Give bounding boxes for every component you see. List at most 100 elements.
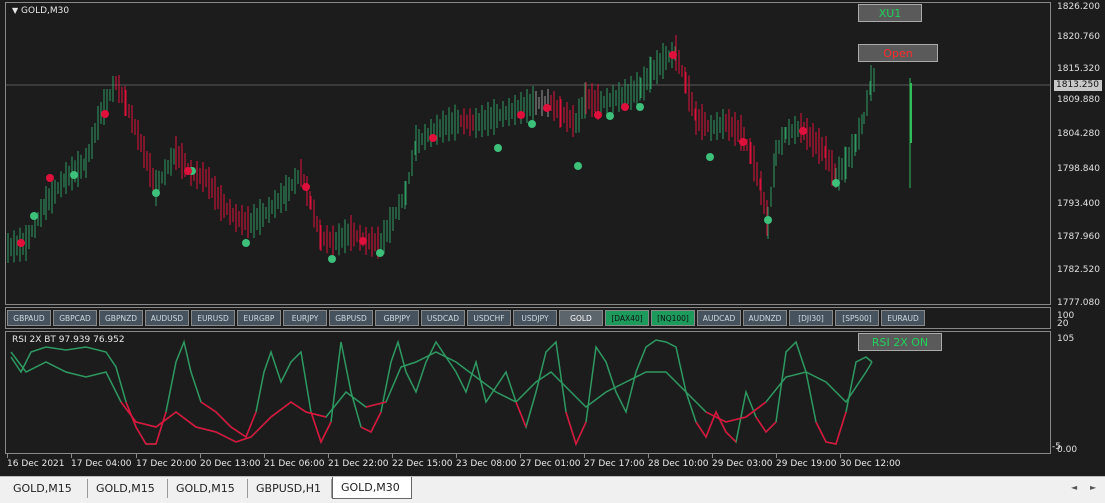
open-button-label: Open [883,47,913,60]
time-tick-mark [7,454,8,458]
rsi-toggle-button[interactable]: RSI 2X ON [858,333,942,351]
symbol-button[interactable]: AUDUSD [145,310,189,326]
time-tick-mark [392,454,393,458]
time-tick-mark [264,454,265,458]
price-tick: 1815.320 [1057,64,1100,74]
time-tick: 27 Dec 01:00 [520,459,581,469]
symbol-button[interactable]: EURAUD [881,310,925,326]
buy-signal-dot [70,171,78,179]
time-tick: 29 Dec 03:00 [712,459,773,469]
symbol-button[interactable]: EURGBP [237,310,281,326]
time-tick-mark [648,454,649,458]
buy-signal-dot [376,249,384,257]
open-button[interactable]: Open [858,44,938,62]
time-tick-mark [776,454,777,458]
rsi-fast-oversold [125,401,167,445]
time-tick: 23 Dec 08:00 [456,459,517,469]
time-tick: 27 Dec 17:00 [584,459,645,469]
symbol-button[interactable]: GBPNZD [99,310,143,326]
sell-signal-dot [739,138,747,146]
sell-signal-dot [101,110,109,118]
time-tick: 20 Dec 13:00 [200,459,261,469]
symbol-button[interactable]: EURUSD [191,310,235,326]
time-tick: 21 Dec 22:00 [328,459,389,469]
time-tick: 16 Dec 2021 [7,459,65,469]
symbol-button[interactable]: AUDNZD [743,310,787,326]
symbol-button[interactable]: USDCAD [421,310,465,326]
tab-scroll-left-icon[interactable]: ◄ [1071,483,1077,492]
time-tick-mark [520,454,521,458]
symbol-button[interactable]: GBPCAD [53,310,97,326]
symbol-button[interactable]: GBPAUD [7,310,51,326]
sell-signal-dot [302,183,310,191]
buy-signal-dot [636,103,644,111]
time-tick: 21 Dec 06:00 [264,459,325,469]
xu1-button[interactable]: XU1 [858,4,922,22]
symbol-button[interactable]: USDCHF [467,310,511,326]
chart-tab[interactable]: GOLD,M15 [5,479,88,498]
symbol-button[interactable]: GOLD [559,310,603,326]
time-tick-mark [584,454,585,458]
symbol-button[interactable]: EURJPY [283,310,327,326]
buy-signal-dot [152,189,160,197]
price-tick: 1782.520 [1057,265,1100,275]
price-tick: 1787.960 [1057,232,1100,242]
buy-signal-dot [606,112,614,120]
buy-signal-dot [494,144,502,152]
symbol-button[interactable]: [DAX40] [605,310,649,326]
tab-scroll-right-icon[interactable]: ► [1090,483,1096,492]
symbol-button[interactable]: USDJPY [513,310,557,326]
current-price-value: 1813.250 [1056,80,1099,90]
time-tick-mark [456,454,457,458]
rsi-fast-line [10,339,873,447]
symbol-button[interactable]: [DJI30] [789,310,833,326]
price-tick: 1804.280 [1057,129,1100,139]
rsi-fast-oversold [815,411,847,445]
sell-signal-dot [359,237,367,245]
rsi-fast-oversold [515,401,527,428]
sell-signal-dot [17,239,25,247]
rsi-fast-oversold [200,401,257,439]
rsi-fast-oversold [755,416,777,434]
buy-signal-dot [764,216,772,224]
chart-tab[interactable]: GOLD,M15 [88,479,168,498]
time-tick: 29 Dec 19:00 [776,459,837,469]
rsi-indicator-label: RSI 2X BT 97.939 76.952 [12,335,125,345]
rsi-slow-line [10,351,873,443]
sell-signal-dot [669,51,677,59]
price-tick: 1777.080 [1057,298,1100,308]
price-pane[interactable]: ▼ GOLD,M30 XU1 Open [5,2,1051,305]
sell-signal-dot [429,134,437,142]
buy-signal-dot [328,255,336,263]
symbol-button[interactable]: GBPUSD [329,310,373,326]
sell-signal-dot [594,111,602,119]
symbol-button[interactable]: AUDCAD [697,310,741,326]
price-tick: 1826.200 [1057,2,1100,12]
rsi-toggle-label: RSI 2X ON [871,336,929,349]
chart-window: ▼ GOLD,M30 XU1 Open 1826.200 1820.760 1815… [0,0,1105,476]
chart-symbol-label: GOLD,M30 [21,6,70,16]
current-price-label: 1813.250 [1054,80,1102,91]
buy-signal-dot [574,162,582,170]
rsi-pane[interactable]: RSI 2X BT 97.939 76.952 RSI 2X ON [5,331,1051,454]
time-tick-mark [136,454,137,458]
rsi-tick-20: 20 [1057,319,1069,329]
sell-signal-dot [46,174,54,182]
time-tick: 17 Dec 20:00 [136,459,197,469]
chart-tab[interactable]: GOLD,M30 [332,477,412,499]
buy-signal-dot [832,179,840,187]
rsi-slow-oversold [120,401,327,443]
buy-signal-dot [706,153,714,161]
sell-signal-dot [517,111,525,119]
sell-signal-dot [184,167,192,175]
chart-tab[interactable]: GBPUSD,H1 [248,479,332,498]
symbol-button[interactable]: GBPJPY [375,310,419,326]
chart-menu-arrow-icon[interactable]: ▼ [12,6,18,15]
time-tick-mark [712,454,713,458]
price-tick: 1809.880 [1057,95,1100,105]
chart-tab[interactable]: GOLD,M15 [168,479,248,498]
buy-signal-dot [30,212,38,220]
symbol-button[interactable]: [SP500] [835,310,879,326]
chart-tab-bar: GOLD,M15 GOLD,M15 GOLD,M15 GBPUSD,H1 GOLD,M3… [0,476,1105,503]
symbol-button[interactable]: [NQ100] [651,310,695,326]
